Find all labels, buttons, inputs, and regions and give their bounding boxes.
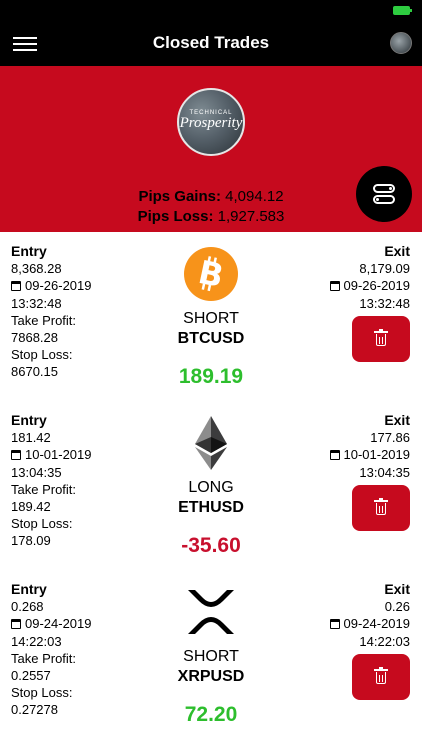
exit-column: Exit 8,179.09 09-26-2019 13:32:48 bbox=[329, 243, 411, 312]
exit-label: Exit bbox=[384, 581, 410, 597]
trash-icon bbox=[374, 498, 388, 515]
calendar-icon bbox=[11, 450, 21, 461]
exit-date: 09-24-2019 bbox=[343, 616, 411, 632]
exit-time: 13:32:48 bbox=[359, 295, 410, 311]
entry-price: 8,368.28 bbox=[11, 261, 62, 277]
delete-trade-button[interactable] bbox=[352, 316, 410, 362]
entry-label: Entry bbox=[11, 581, 47, 597]
nav-bar: Closed Trades bbox=[0, 20, 422, 66]
pips-loss: Pips Loss: 1,927.583 bbox=[0, 208, 422, 225]
calendar-icon bbox=[11, 281, 21, 292]
exit-price: 8,179.09 bbox=[359, 261, 410, 277]
exit-time: 14:22:03 bbox=[359, 633, 410, 649]
exit-price: 0.26 bbox=[384, 599, 410, 615]
calendar-icon bbox=[329, 619, 340, 630]
entry-label: Entry bbox=[11, 243, 47, 259]
exit-price: 177.86 bbox=[370, 430, 410, 446]
status-bar bbox=[0, 0, 422, 20]
trade-pnl: 72.20 bbox=[184, 703, 238, 726]
exit-label: Exit bbox=[384, 412, 410, 428]
pips-gains-value: 4,094.12 bbox=[225, 188, 284, 205]
exit-column: Exit 177.86 10-01-2019 13:04:35 bbox=[329, 412, 411, 481]
delete-trade-button[interactable] bbox=[352, 654, 410, 700]
entry-label: Entry bbox=[11, 412, 47, 428]
trade-pnl: -35.60 bbox=[181, 534, 241, 557]
view-toggle-button[interactable] bbox=[356, 166, 412, 222]
stop-loss-label: Stop Loss: bbox=[11, 347, 73, 363]
trade-row: Entry 8,368.28 09-26-2019 13:32:48 Take … bbox=[0, 232, 422, 401]
stop-loss-label: Stop Loss: bbox=[11, 516, 73, 532]
trade-row: Entry 181.42 10-01-2019 13:04:35 Take Pr… bbox=[0, 401, 422, 570]
trade-pnl: 189.19 bbox=[178, 365, 244, 388]
brand-logo-small[interactable] bbox=[390, 32, 412, 54]
trash-icon bbox=[374, 667, 388, 684]
brand-logo-script-text: Prosperity bbox=[179, 115, 243, 131]
entry-price: 0.268 bbox=[11, 599, 44, 615]
calendar-icon bbox=[11, 619, 21, 630]
calendar-icon bbox=[329, 281, 340, 292]
battery-icon bbox=[393, 6, 412, 15]
toggle-icon bbox=[373, 184, 395, 193]
exit-label: Exit bbox=[384, 243, 410, 259]
page-title: Closed Trades bbox=[152, 33, 270, 52]
delete-trade-button[interactable] bbox=[352, 485, 410, 531]
calendar-icon bbox=[329, 450, 340, 461]
exit-column: Exit 0.26 09-24-2019 14:22:03 bbox=[329, 581, 411, 650]
bitcoin-icon: B bbox=[184, 247, 238, 301]
trade-row: Entry 0.268 09-24-2019 14:22:03 Take Pro… bbox=[0, 570, 422, 739]
exit-date: 10-01-2019 bbox=[343, 447, 411, 463]
entry-date: 10-01-2019 bbox=[25, 447, 92, 463]
entry-date: 09-26-2019 bbox=[25, 278, 92, 294]
summary-header: TECHNICAL Prosperity Pips Gains: 4,094.1… bbox=[0, 66, 422, 232]
brand-logo: TECHNICAL Prosperity bbox=[177, 88, 245, 156]
pips-loss-label: Pips Loss: bbox=[137, 208, 214, 225]
exit-time: 13:04:35 bbox=[359, 464, 410, 480]
entry-date: 09-24-2019 bbox=[25, 616, 92, 632]
ethereum-icon bbox=[195, 416, 227, 470]
xrp-icon bbox=[188, 590, 234, 634]
entry-price: 181.42 bbox=[11, 430, 51, 446]
stop-loss-label: Stop Loss: bbox=[11, 685, 73, 701]
exit-date: 09-26-2019 bbox=[343, 278, 411, 294]
pips-gains-label: Pips Gains: bbox=[138, 188, 221, 205]
pips-loss-value: 1,927.583 bbox=[217, 208, 285, 225]
trash-icon bbox=[374, 329, 388, 346]
